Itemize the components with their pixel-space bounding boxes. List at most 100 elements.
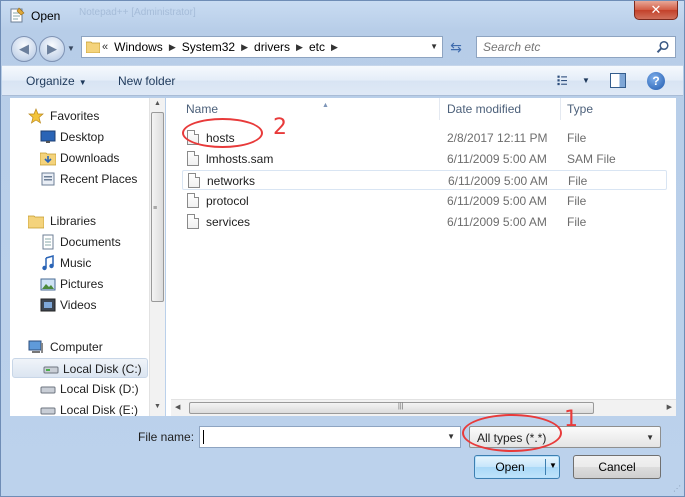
nav-label: Videos bbox=[60, 298, 97, 312]
chevron-right-icon[interactable]: ▶ bbox=[241, 42, 248, 53]
open-options-dropdown[interactable]: ▼ bbox=[549, 461, 557, 470]
file-date: 6/11/2009 5:00 AM bbox=[448, 174, 548, 188]
downloads-folder-icon bbox=[40, 152, 56, 166]
file-name: protocol bbox=[206, 194, 249, 208]
open-dialog: Open Notepad++ [Administrator] ✕ ◀ ▶ ▼ «… bbox=[0, 0, 685, 497]
column-header-date[interactable]: Date modified bbox=[441, 98, 561, 120]
file-row-services[interactable]: services 6/11/2009 5:00 AM File bbox=[182, 212, 667, 232]
nav-videos[interactable]: Videos bbox=[10, 295, 150, 315]
horizontal-scrollbar[interactable]: ◀ ||| ▶ bbox=[171, 399, 676, 416]
grip-icon: ||| bbox=[398, 403, 404, 410]
breadcrumb-drivers[interactable]: drivers bbox=[254, 40, 290, 54]
recent-pages-dropdown[interactable]: ▼ bbox=[67, 44, 75, 53]
chevron-right-icon[interactable]: ▶ bbox=[331, 42, 338, 53]
breadcrumb-windows[interactable]: Windows bbox=[114, 40, 163, 54]
nav-documents[interactable]: Documents bbox=[10, 232, 150, 252]
drive-icon bbox=[40, 407, 56, 415]
refresh-button[interactable]: ⇆ bbox=[445, 37, 467, 57]
file-name-field[interactable]: ▼ bbox=[199, 426, 461, 448]
drive-icon bbox=[43, 366, 59, 374]
nav-label: Downloads bbox=[60, 151, 120, 165]
address-bar[interactable]: « Windows ▶ System32 ▶ drivers ▶ etc ▶ ▼ bbox=[81, 36, 443, 58]
scroll-left-icon[interactable]: ◀ bbox=[175, 403, 180, 411]
close-icon: ✕ bbox=[650, 2, 662, 17]
navigation-pane: Favorites Desktop Downloads Recent Place… bbox=[10, 98, 165, 416]
folder-icon bbox=[86, 41, 100, 53]
file-name: networks bbox=[207, 174, 256, 188]
file-type: File bbox=[567, 131, 587, 145]
nav-local-disk-e[interactable]: Local Disk (E:) bbox=[10, 400, 150, 416]
nav-pictures[interactable]: Pictures bbox=[10, 274, 150, 294]
navigation-scrollbar[interactable]: ▲ ≡ ▼ bbox=[149, 98, 165, 416]
preview-pane-button[interactable] bbox=[610, 73, 626, 88]
back-button[interactable]: ◀ bbox=[11, 36, 37, 62]
nav-favorites[interactable]: Favorites bbox=[10, 106, 150, 126]
title-bar[interactable]: Open Notepad++ [Administrator] ✕ bbox=[1, 1, 684, 31]
nav-label: Recent Places bbox=[60, 172, 138, 186]
file-row-protocol[interactable]: protocol 6/11/2009 5:00 AM File bbox=[182, 191, 667, 211]
nav-desktop[interactable]: Desktop bbox=[10, 127, 150, 147]
annotation-number-2: 2 bbox=[273, 115, 287, 140]
file-icon bbox=[187, 193, 199, 208]
nav-label: Documents bbox=[60, 235, 121, 249]
breadcrumb-system32[interactable]: System32 bbox=[182, 40, 235, 54]
nav-label: Computer bbox=[50, 340, 103, 354]
breadcrumb: « Windows ▶ System32 ▶ drivers ▶ etc ▶ bbox=[102, 40, 344, 54]
chevron-right-icon[interactable]: ▶ bbox=[296, 42, 303, 53]
annotation-circle-filetype bbox=[462, 414, 562, 452]
nav-label: Local Disk (C:) bbox=[63, 362, 142, 376]
nav-local-disk-c[interactable]: Local Disk (C:) bbox=[12, 358, 148, 378]
star-icon bbox=[28, 108, 44, 124]
file-row-networks[interactable]: networks 6/11/2009 5:00 AM File bbox=[182, 170, 667, 190]
search-icon bbox=[656, 40, 669, 53]
documents-icon bbox=[42, 234, 54, 250]
file-type: File bbox=[568, 174, 588, 188]
nav-recent-places[interactable]: Recent Places bbox=[10, 169, 150, 189]
scroll-down-icon[interactable]: ▼ bbox=[154, 403, 161, 410]
file-name: lmhosts.sam bbox=[206, 152, 274, 166]
breadcrumb-overflow[interactable]: « bbox=[102, 41, 108, 53]
breadcrumb-etc[interactable]: etc bbox=[309, 40, 325, 54]
organize-label: Organize bbox=[26, 74, 75, 88]
open-button-label: Open bbox=[495, 460, 525, 474]
address-history-dropdown[interactable]: ▼ bbox=[430, 42, 438, 51]
pictures-icon bbox=[40, 278, 56, 291]
nav-libraries[interactable]: Libraries bbox=[10, 211, 150, 231]
cancel-button-label: Cancel bbox=[598, 460, 636, 474]
help-button[interactable]: ? bbox=[647, 72, 665, 90]
open-button[interactable]: Open ▼ bbox=[474, 455, 560, 479]
annotation-circle-hosts bbox=[182, 118, 263, 148]
scroll-up-icon[interactable]: ▲ bbox=[154, 100, 161, 107]
column-header-name[interactable]: Name ▲ bbox=[182, 98, 440, 120]
text-caret bbox=[203, 430, 204, 444]
nav-downloads[interactable]: Downloads bbox=[10, 148, 150, 168]
libraries-icon bbox=[28, 215, 44, 229]
scroll-right-icon[interactable]: ▶ bbox=[667, 403, 672, 411]
recent-places-icon bbox=[41, 172, 55, 186]
column-label: Date modified bbox=[447, 102, 522, 116]
nav-music[interactable]: Music bbox=[10, 253, 150, 273]
drive-icon bbox=[40, 386, 56, 394]
chevron-down-icon[interactable]: ▼ bbox=[447, 432, 455, 441]
forward-button[interactable]: ▶ bbox=[39, 36, 65, 62]
column-header-type[interactable]: Type bbox=[562, 98, 668, 120]
search-box[interactable] bbox=[476, 36, 676, 58]
cancel-button[interactable]: Cancel bbox=[573, 455, 661, 479]
views-dropdown-icon[interactable]: ▼ bbox=[582, 76, 590, 85]
close-button[interactable]: ✕ bbox=[634, 1, 678, 20]
window-title: Open bbox=[31, 9, 61, 23]
new-folder-button[interactable]: New folder bbox=[118, 74, 175, 88]
search-input[interactable] bbox=[483, 39, 653, 55]
change-view-button[interactable] bbox=[556, 72, 578, 88]
file-row-lmhosts[interactable]: lmhosts.sam 6/11/2009 5:00 AM SAM File bbox=[182, 149, 667, 169]
file-icon bbox=[187, 151, 199, 166]
arrow-right-icon: ▶ bbox=[47, 41, 57, 56]
scroll-thumb[interactable]: ||| bbox=[189, 402, 594, 414]
file-icon bbox=[187, 214, 199, 229]
organize-menu[interactable]: Organize ▼ bbox=[26, 74, 87, 88]
nav-computer[interactable]: Computer bbox=[10, 337, 150, 357]
chevron-right-icon[interactable]: ▶ bbox=[169, 42, 176, 53]
nav-local-disk-d[interactable]: Local Disk (D:) bbox=[10, 379, 150, 399]
resize-grip-icon[interactable]: ⋰ bbox=[673, 484, 681, 493]
arrow-left-icon: ◀ bbox=[19, 41, 29, 56]
